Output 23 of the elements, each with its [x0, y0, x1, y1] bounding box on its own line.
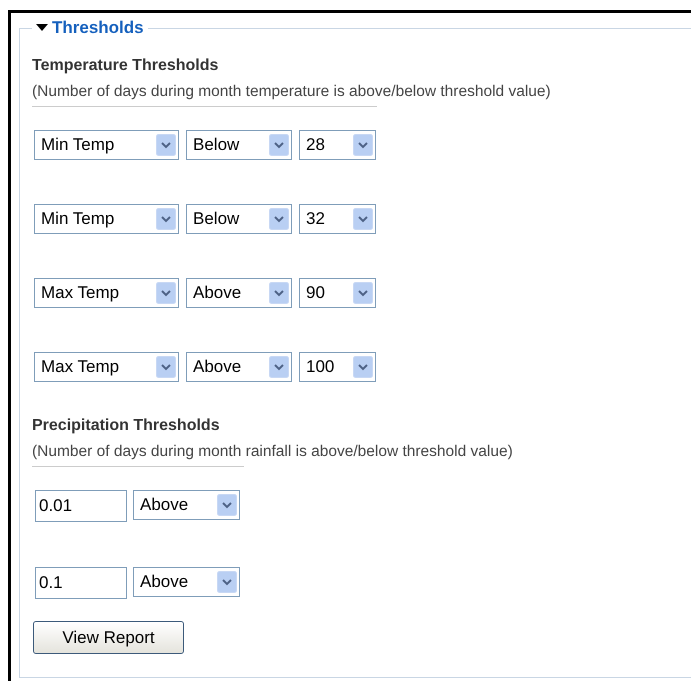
- view-report-button[interactable]: View Report: [33, 621, 184, 654]
- dropdown[interactable]: 90: [299, 278, 376, 308]
- collapse-triangle-icon[interactable]: [36, 24, 48, 32]
- dropdown[interactable]: Max Temp: [34, 352, 179, 382]
- section-heading: Temperature Thresholds: [32, 56, 220, 76]
- dropdown[interactable]: Above: [186, 352, 292, 382]
- amount-field[interactable]: 0.01: [35, 490, 127, 522]
- note-text: (Number of days during month temperature is above/below threshold value): [32, 82, 552, 102]
- dropdown[interactable]: 28: [299, 130, 376, 160]
- dropdown[interactable]: 32: [299, 204, 376, 234]
- dropdown[interactable]: Above: [133, 490, 240, 520]
- dropdown[interactable]: Above: [133, 567, 240, 597]
- dropdown[interactable]: Max Temp: [34, 278, 179, 308]
- dropdown[interactable]: Min Temp: [34, 130, 179, 160]
- dropdown[interactable]: Below: [186, 204, 292, 234]
- note-text: (Number of days during month rainfall is above/below threshold value): [32, 442, 514, 462]
- dropdown[interactable]: Above: [186, 278, 292, 308]
- dropdown[interactable]: 100: [299, 352, 376, 382]
- section-title[interactable]: Thresholds: [52, 17, 144, 39]
- dropdown[interactable]: Below: [186, 130, 292, 160]
- amount-field[interactable]: 0.1: [35, 567, 127, 599]
- dropdown[interactable]: Min Temp: [34, 204, 179, 234]
- section-heading: Precipitation Thresholds: [32, 416, 221, 436]
